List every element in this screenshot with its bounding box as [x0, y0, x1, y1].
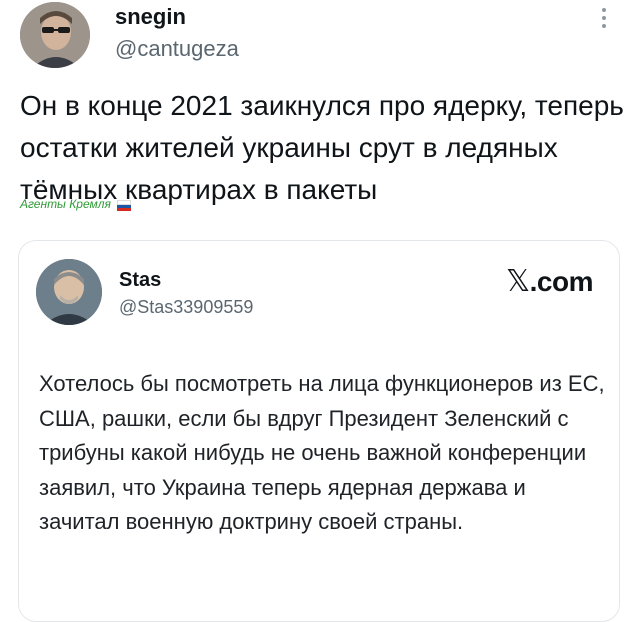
quoted-author-name[interactable]: Stas [119, 269, 161, 292]
more-vertical-icon[interactable] [598, 8, 610, 32]
tweet-text: Он в конце 2021 заикнулся про ядерку, те… [20, 90, 624, 205]
watermark: Агенты Кремля [20, 197, 132, 211]
quoted-author-avatar[interactable] [36, 259, 102, 325]
author-avatar[interactable] [20, 2, 90, 68]
source-label: 𝕏.com [505, 264, 594, 299]
source-label-text: .com [529, 266, 594, 297]
x-logo-icon: 𝕏 [505, 264, 530, 299]
person-photo-icon [20, 2, 90, 68]
more-dot [602, 24, 606, 28]
quoted-tweet-text: Хотелось бы посмотреть на лица функционе… [39, 371, 605, 534]
more-dot [602, 8, 606, 12]
author-name[interactable]: snegin [115, 4, 186, 30]
person-photo-icon [36, 259, 102, 325]
watermark-text: Агенты Кремля [20, 197, 111, 211]
quoted-tweet-card[interactable]: Stas @Stas33909559 𝕏.com Хотелось бы пос… [18, 240, 620, 622]
author-handle[interactable]: @cantugeza [115, 36, 239, 62]
more-dot [602, 16, 606, 20]
quoted-author-handle[interactable]: @Stas33909559 [119, 297, 253, 318]
russian-flag-icon [117, 200, 132, 211]
